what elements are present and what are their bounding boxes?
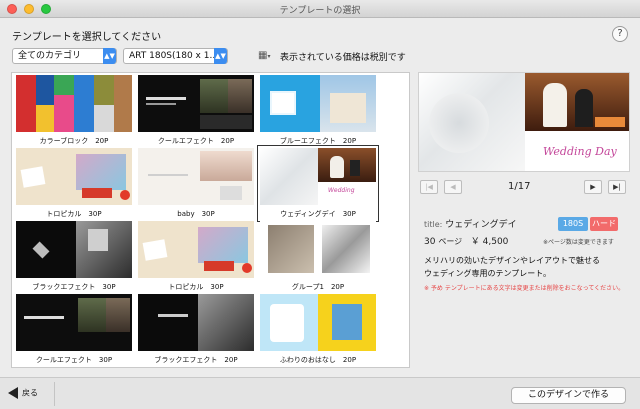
template-thumbnail [16,294,132,351]
template-caption: トロピカル 30P [46,210,102,218]
template-tile[interactable]: ブラックエフェクト 20P [138,294,254,365]
title-label: title: [424,220,443,229]
template-tile[interactable]: baby 30P [138,148,254,219]
template-tile-selected[interactable]: Wedding ウェディングデイ 30P [257,145,379,222]
last-page-icon: ▶| [613,183,621,191]
template-thumbnail: Wedding [260,148,376,205]
title-value: ウェディングデイ [445,220,517,230]
first-page-button[interactable]: |◀ [420,180,438,194]
template-tile[interactable]: ブルーエフェクト 20P [260,75,376,146]
template-tile[interactable]: トロピカル 30P [16,148,132,219]
window-titlebar: テンプレートの選択 [0,0,640,18]
template-caption: グループ1 20P [291,283,345,291]
product-select[interactable]: ART 180S(180 x 1... ▲▼ [123,48,228,64]
help-button[interactable]: ? [612,26,628,42]
template-tile[interactable]: カラーブロック 20P [16,75,132,146]
template-grid[interactable]: カラーブロック 20P クールエフェクト 20P ブルーエフェクト 20P トロ… [11,72,410,368]
template-description: メリハリの効いたデザインやレイアウトで魅せる ウェディング専用のテンプレート。 [424,254,630,280]
previous-page-button[interactable]: ◀ [444,180,462,194]
template-thumbnail [260,221,376,278]
back-button[interactable]: 戻る [8,387,38,399]
template-caption: クールエフェクト 30P [35,356,113,364]
last-page-button[interactable]: ▶| [608,180,626,194]
price: ￥ 4,500 [470,237,509,247]
template-thumbnail [16,221,132,278]
template-caption: クールエフェクト 20P [157,137,235,145]
back-label: 戻る [22,388,38,398]
preview-right-page: Wedding Day [525,73,629,171]
template-preview: Wedding Day [418,72,630,172]
template-tile[interactable]: ブラックエフェクト 30P [16,221,132,292]
category-select-value: 全てのカテゴリ [18,51,82,61]
back-arrow-icon [8,387,18,399]
grid-view-button[interactable]: ▦▾ [258,48,276,64]
previous-page-icon: ◀ [450,183,456,191]
page-count-note: ※ページ数は変更できます [543,239,614,246]
template-tile[interactable]: グループ1 20P [260,221,376,292]
cover-badge: ハード [590,217,618,231]
template-thumbnail [138,221,254,278]
template-thumbnail [16,75,132,132]
page-count-label: ページ [438,237,463,246]
window-title: テンプレートの選択 [279,6,361,16]
template-title: title: ウェディングデイ [424,217,517,230]
next-page-icon: ▶ [590,183,596,191]
template-thumbnail [260,294,376,351]
template-caption: ブラックエフェクト 30P [32,283,116,291]
page-indicator: 1/17 [508,181,531,192]
chevron-updown-icon: ▲▼ [214,48,227,64]
template-thumbnail [138,75,254,132]
page-count: 30 [424,237,436,247]
template-caption: カラーブロック 20P [39,137,109,145]
template-caption: baby 30P [177,210,215,218]
template-caption: ふわりのおはなし 20P [279,356,357,364]
instruction-text: テンプレートを選択してください [12,32,162,43]
tax-note: 表示されている価格は税別です [280,53,406,63]
preview-script-title: Wedding Day [543,145,617,158]
template-thumbnail [260,75,376,132]
bottom-bar: 戻る このデザインで作る [0,377,640,409]
template-tile[interactable]: ふわりのおはなし 20P [260,294,376,365]
template-caption: ブルーエフェクト 20P [279,137,357,145]
first-page-icon: |◀ [425,183,433,191]
template-thumbnail [138,148,254,205]
template-tile[interactable]: クールエフェクト 30P [16,294,132,365]
product-select-value: ART 180S(180 x 1... [129,51,219,61]
create-with-design-button[interactable]: このデザインで作る [511,387,626,404]
template-tile[interactable]: クールエフェクト 20P [138,75,254,146]
template-caption: ブラックエフェクト 20P [154,356,238,364]
category-select[interactable]: 全てのカテゴリ ▲▼ [12,48,117,64]
template-caption: ウェディングデイ 30P [280,210,356,218]
preview-left-page [419,73,525,171]
template-thumbnail [16,148,132,205]
template-tile[interactable]: トロピカル 30P [138,221,254,292]
chevron-down-icon: ▾ [267,53,271,60]
template-thumbnail [138,294,254,351]
next-page-button[interactable]: ▶ [584,180,602,194]
chevron-updown-icon: ▲▼ [103,48,116,64]
description-line: ウェディング専用のテンプレート。 [424,269,552,278]
size-badge: 180S [558,217,588,231]
template-caption: トロピカル 30P [168,283,224,291]
divider [54,382,55,406]
warning-note: ※ 予め テンプレートにある文字は変更または削除をおこなってください。 [424,285,625,292]
page-price-info: 30 ページ ￥ 4,500 [424,234,508,247]
description-line: メリハリの効いたデザインやレイアウトで魅せる [424,256,600,265]
